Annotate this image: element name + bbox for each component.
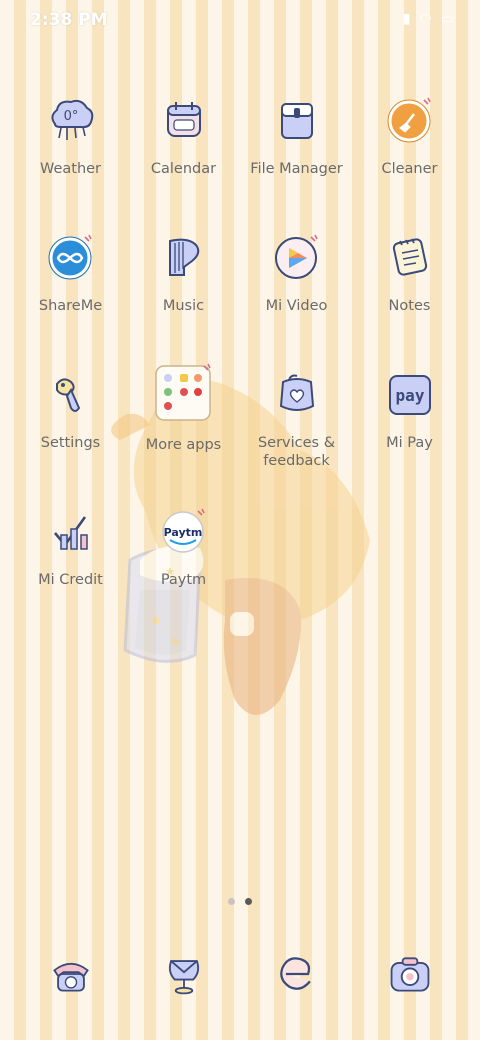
- app-cleaner[interactable]: Cleaner: [353, 90, 466, 227]
- app-weather[interactable]: 0° Weather: [14, 90, 127, 227]
- credit-chart-icon: [45, 505, 97, 557]
- app-calendar[interactable]: Calendar: [127, 90, 240, 227]
- status-bar: 2:38 PM ▮ ◠ ▭: [0, 0, 480, 40]
- camera-icon: [386, 948, 434, 1000]
- folder-grid-icon: [154, 362, 214, 422]
- dock-phone[interactable]: [14, 948, 127, 1000]
- phone-icon: [47, 948, 95, 1000]
- page-dot[interactable]: [228, 898, 235, 905]
- heart-bag-icon: [271, 368, 323, 420]
- battery-icon: ▭: [440, 11, 454, 27]
- app-settings[interactable]: Settings: [14, 364, 127, 501]
- app-label: ShareMe: [38, 298, 103, 314]
- signal-icon: ▮: [402, 11, 411, 27]
- app-services-feedback[interactable]: Services & feedback: [240, 364, 353, 501]
- app-label: Settings: [40, 435, 101, 451]
- browser-icon: [273, 948, 321, 1000]
- app-label: Music: [162, 298, 205, 314]
- status-time: 2:38 PM: [30, 10, 108, 30]
- broom-icon: [384, 94, 436, 146]
- page-indicator: [0, 898, 480, 905]
- paytm-logo-text: Paytm: [163, 526, 202, 539]
- app-label: Weather: [39, 161, 102, 177]
- app-grid: 0° Weather Calendar File Manager Cleaner…: [14, 90, 466, 638]
- message-icon: [160, 948, 208, 1000]
- notepad-icon: [384, 231, 436, 283]
- paytm-logo-icon: Paytm: [158, 505, 210, 557]
- app-paytm[interactable]: Paytm Paytm: [127, 501, 240, 638]
- calendar-icon: [158, 94, 210, 146]
- dock-browser[interactable]: [240, 948, 353, 1000]
- app-mi-credit[interactable]: Mi Credit: [14, 501, 127, 638]
- folder-icon: [271, 94, 323, 146]
- harp-icon: [158, 231, 210, 283]
- app-label: Services & feedback: [257, 435, 336, 469]
- infinity-share-icon: [45, 231, 97, 283]
- app-label: Mi Video: [265, 298, 328, 314]
- app-label: Calendar: [150, 161, 217, 177]
- app-label: More apps: [145, 437, 222, 453]
- folder-more-apps[interactable]: More apps: [127, 362, 240, 501]
- paintbrush-settings-icon: [45, 368, 97, 420]
- app-file-manager[interactable]: File Manager: [240, 90, 353, 227]
- pay-icon-text: pay: [395, 386, 424, 405]
- page-dot-active[interactable]: [245, 898, 252, 905]
- weather-cloud-icon: 0°: [45, 94, 97, 146]
- dock-messages[interactable]: [127, 948, 240, 1000]
- app-label: Cleaner: [381, 161, 438, 177]
- app-label: Notes: [388, 298, 431, 314]
- wifi-icon: ◠: [419, 11, 432, 27]
- app-label: File Manager: [250, 161, 343, 177]
- play-icon: [271, 231, 323, 283]
- dock-camera[interactable]: [353, 948, 466, 1000]
- app-mi-pay[interactable]: pay Mi Pay: [353, 364, 466, 501]
- app-shareme[interactable]: ShareMe: [14, 227, 127, 364]
- pay-icon: pay: [384, 368, 436, 420]
- status-icons: ▮ ◠ ▭: [403, 11, 454, 27]
- app-label: Mi Pay: [386, 435, 433, 451]
- app-notes[interactable]: Notes: [353, 227, 466, 364]
- dock: [14, 948, 466, 1000]
- weather-temp-text: 0°: [63, 109, 78, 124]
- app-mi-video[interactable]: Mi Video: [240, 227, 353, 364]
- app-label: Mi Credit: [38, 572, 103, 588]
- app-label: Paytm: [160, 572, 207, 588]
- app-music[interactable]: Music: [127, 227, 240, 364]
